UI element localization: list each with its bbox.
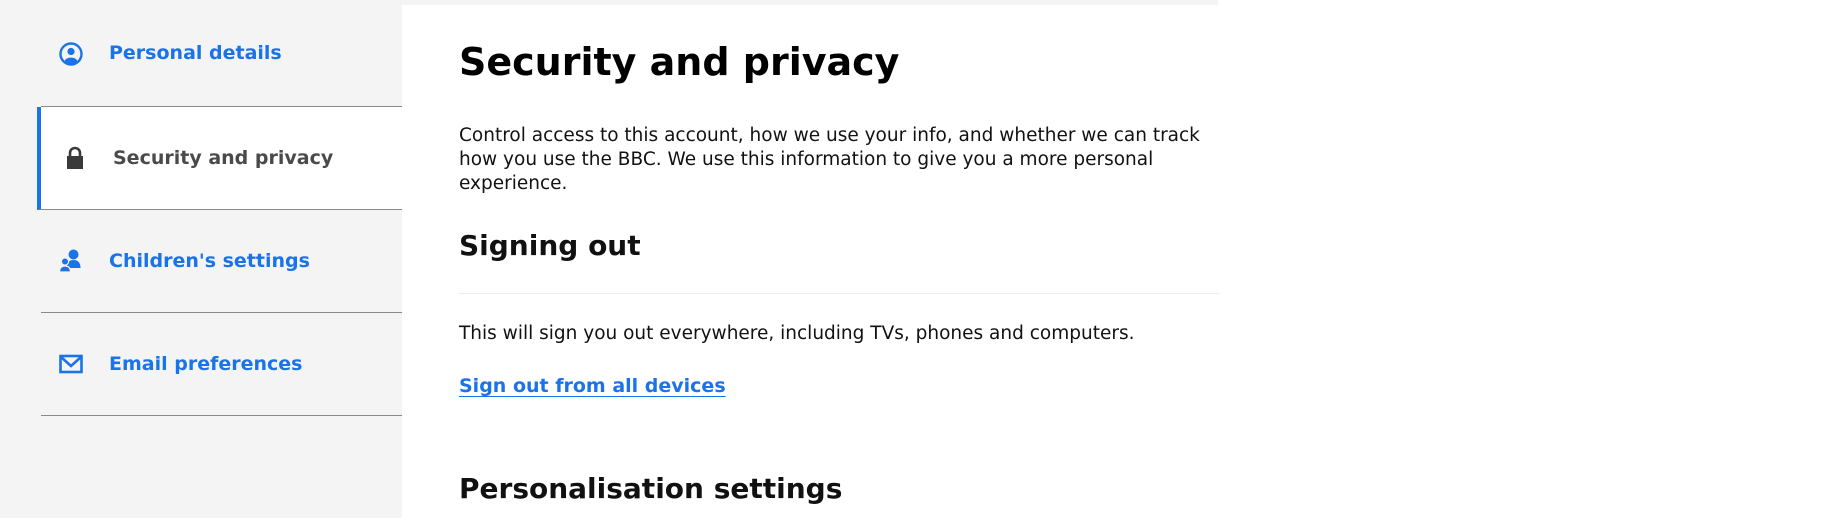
sidebar: Personal details Security and privacy Ch… [0,0,402,518]
envelope-icon [58,351,84,377]
sidebar-nav: Personal details Security and privacy Ch… [37,0,402,416]
signing-out-description: This will sign you out everywhere, inclu… [459,323,1135,344]
sidebar-item-label: Children's settings [109,250,310,272]
page-title: Security and privacy [459,40,900,84]
sidebar-item-personal-details[interactable]: Personal details [41,0,402,107]
sign-out-all-devices-link[interactable]: Sign out from all devices [459,375,726,397]
sidebar-item-label: Security and privacy [113,147,334,169]
children-icon [58,248,84,274]
signing-out-heading: Signing out [459,229,641,262]
content-top-border [402,0,1218,5]
personalisation-settings-heading: Personalisation settings [459,472,843,505]
sidebar-item-security-and-privacy[interactable]: Security and privacy [37,107,402,210]
sidebar-item-label: Email preferences [109,353,303,375]
sidebar-item-label: Personal details [109,42,282,64]
sidebar-item-email-preferences[interactable]: Email preferences [41,313,402,416]
lock-icon [62,145,88,171]
section-divider [459,293,1219,294]
intro-text: Control access to this account, how we u… [459,125,1200,194]
user-circle-icon [58,41,84,67]
sidebar-item-childrens-settings[interactable]: Children's settings [41,210,402,313]
